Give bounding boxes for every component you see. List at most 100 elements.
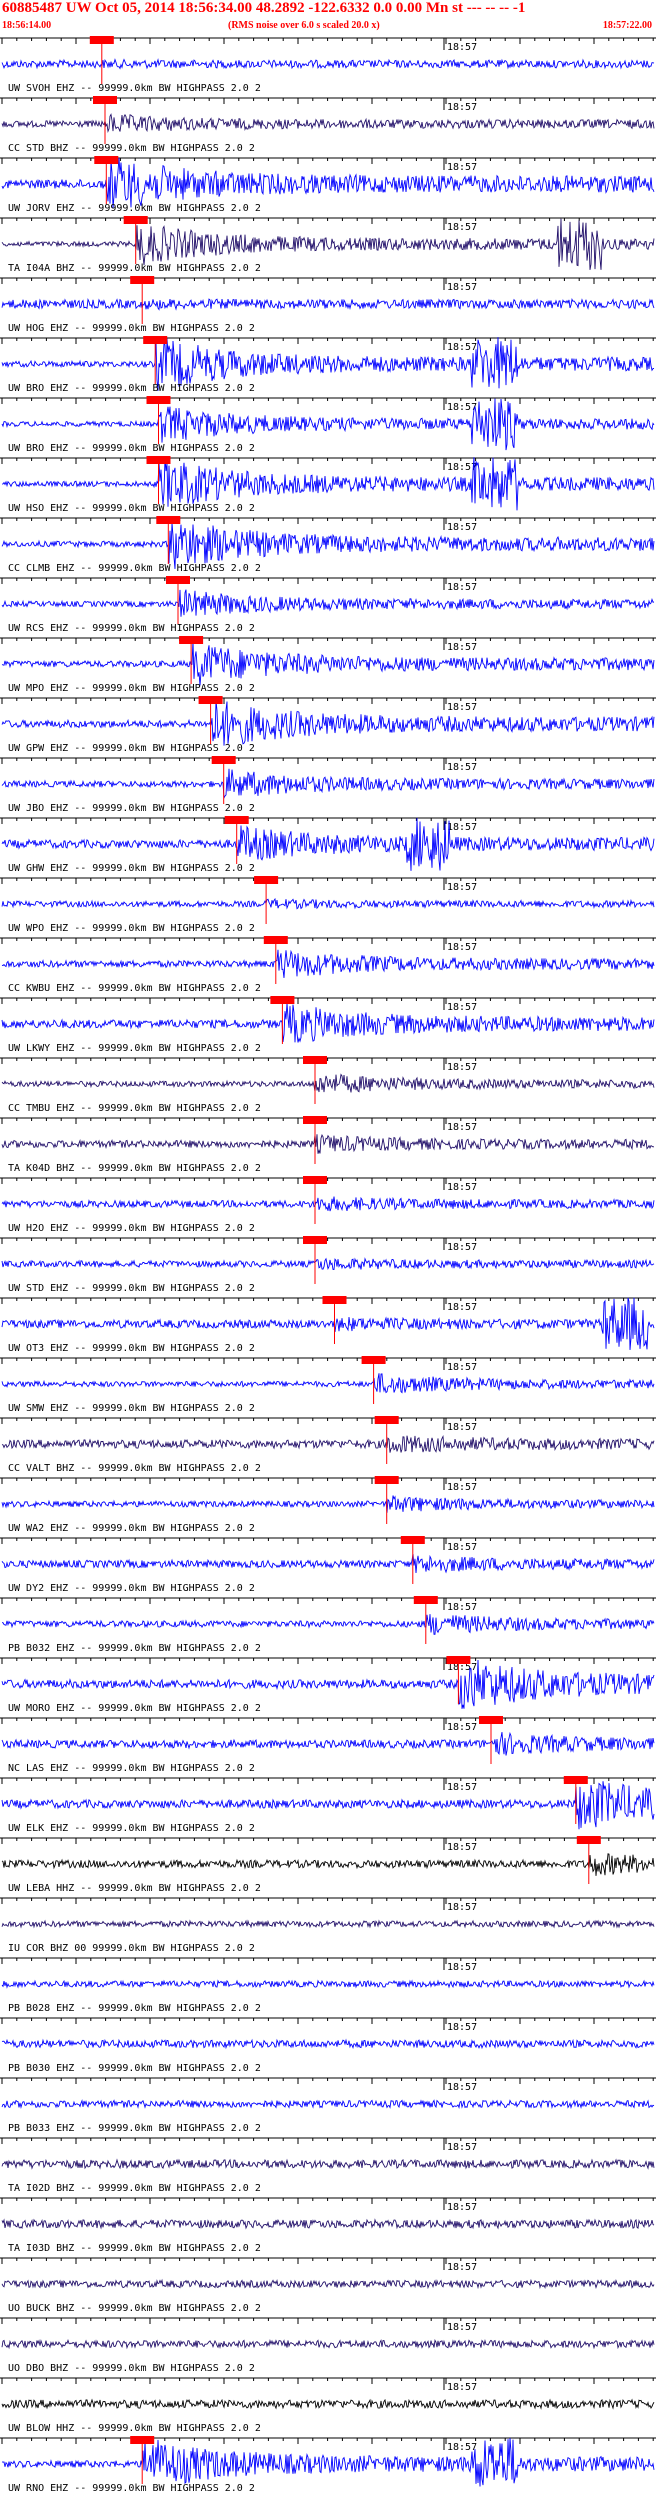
trace-row: 18:57 UW JORV EHZ -- 99999.0km BW HIGHPAS… [0,156,656,214]
trace-label: UO BUCK BHZ -- 99999.0km BW HIGHPASS 2.0… [8,2303,261,2314]
minute-label: 18:57 [447,882,477,893]
trace-label: UW STD EHZ -- 99999.0km BW HIGHPASS 2.0 … [8,1283,255,1294]
waveform [1,1073,655,1093]
minute-label: 18:57 [447,1842,477,1853]
minute-label: 18:57 [447,1182,477,1193]
trace-label: UW GPW EHZ -- 99999.0km BW HIGHPASS 2.0 … [8,743,255,754]
pick-flag [303,1056,327,1064]
trace-label: UO DBO BHZ -- 99999.0km BW HIGHPASS 2.0 … [8,2363,255,2374]
trace-label: UW SVOH EHZ -- 99999.0km BW HIGHPASS 2.0… [8,83,261,94]
waveform [1,897,655,910]
pick-flag [130,276,155,284]
pick-flag [270,996,295,1004]
trace-row: 18:57 UW OT3 EHZ -- 99999.0km BW HIGHPASS… [0,1296,656,1354]
waveform [1,2158,655,2170]
waveform [1,640,655,686]
minute-label: 18:57 [447,102,477,113]
pick-flag [374,1476,399,1484]
waveform [1,157,655,209]
minute-label: 18:57 [447,942,477,953]
waveform [1,58,655,70]
trace-row: 18:57 UO DBO BHZ -- 99999.0km BW HIGHPASS… [0,2317,656,2374]
pick-flag [374,1416,399,1424]
minute-label: 18:57 [447,2262,477,2273]
trace-label: PB B033 EHZ -- 99999.0km BW HIGHPASS 2.0… [8,2123,261,2134]
trace-row: 18:57 UW MPO EHZ -- 99999.0km BW HIGHPASS… [0,636,656,694]
waveform [1,1731,655,1756]
minute-label: 18:57 [447,2382,477,2393]
waveform [1,1919,655,1929]
event-title: 60885487 UW Oct 05, 2014 18:56:34.00 48.… [2,0,526,16]
pick-flag [400,1536,425,1544]
minute-label: 18:57 [447,1962,477,1973]
minute-label: 18:57 [447,1722,477,1733]
waveform [1,949,655,978]
rms-note: (RMS noise over 6.0 s scaled 20.0 x) [228,20,380,31]
minute-label: 18:57 [447,1542,477,1553]
waveform [1,1659,655,1709]
trace-label: UW RNO EHZ -- 99999.0km BW HIGHPASS 2.0 … [8,2483,255,2494]
trace-label: UW JBO EHZ -- 99999.0km BW HIGHPASS 2.0 … [8,803,255,814]
minute-label: 18:57 [447,1362,477,1373]
minute-label: 18:57 [447,642,477,653]
pick-flag [166,576,190,584]
pick-flag [146,396,171,404]
waveform [1,1979,655,1989]
plot-header: 60885487 UW Oct 05, 2014 18:56:34.00 48.… [0,0,656,34]
trace-row: 18:57 TA I02D BHZ -- 99999.0km BW HIGHPAS… [0,2137,656,2194]
trace-label: UW RCS EHZ -- 99999.0km BW HIGHPASS 2.0 … [8,623,255,634]
waveform [1,2218,655,2230]
trace-row: 18:57 UW STD EHZ -- 99999.0km BW HIGHPASS… [0,1236,656,1294]
trace-row: 18:57 PB B032 EHZ -- 99999.0km BW HIGHPAS… [0,1596,656,1654]
trace-row: 18:57 UW HOG EHZ -- 99999.0km BW HIGHPASS… [0,276,656,334]
pick-flag [263,936,288,944]
pick-flag [156,516,181,524]
waveform [1,1554,655,1574]
trace-row: 18:57 UW GPW EHZ -- 99999.0km BW HIGHPASS… [0,696,656,754]
pick-flag [93,96,117,104]
trace-label: UW WA2 EHZ -- 99999.0km BW HIGHPASS 2.0 … [8,1523,255,1534]
trace-row: 18:57 CC KWBU EHZ -- 99999.0km BW HIGHPAS… [0,936,656,994]
trace-label: UW DY2 EHZ -- 99999.0km BW HIGHPASS 2.0 … [8,1583,255,1594]
trace-label: UW H2O EHZ -- 99999.0km BW HIGHPASS 2.0 … [8,1223,255,1234]
minute-label: 18:57 [447,2082,477,2093]
waveform [1,2038,655,2050]
trace-label: PB B032 EHZ -- 99999.0km BW HIGHPASS 2.0… [8,1643,261,1654]
trace-row: 18:57 UW WPO EHZ -- 99999.0km BW HIGHPASS… [0,876,656,934]
trace-label: UW LKWY EHZ -- 99999.0km BW HIGHPASS 2.0… [8,1043,261,1054]
minute-label: 18:57 [447,1242,477,1253]
waveform [1,1853,655,1876]
trace-label: UW BLOW HHZ -- 99999.0km BW HIGHPASS 2.0… [8,2423,261,2434]
trace-row: 18:57 CC CLMB EHZ -- 99999.0km BW HIGHPAS… [0,516,656,574]
trace-row: 18:57 UW BLOW HHZ -- 99999.0km BW HIGHPAS… [0,2377,656,2434]
pick-flag [303,1176,327,1184]
trace-row: 18:57 NC LAS EHZ -- 99999.0km BW HIGHPASS… [0,1716,656,1774]
trace-row: 18:57 PB B028 EHZ -- 99999.0km BW HIGHPAS… [0,1957,656,2014]
pick-flag [254,876,279,884]
pick-flag [130,2436,155,2444]
waveform [1,2398,655,2410]
pick-flag [576,1836,601,1844]
trace-row: 18:57UW MORO EHZ -- 99999.0km BW HIGHPAS… [0,1656,656,1714]
pick-flag [211,756,236,764]
waveform [1,1257,655,1270]
minute-label: 18:57 [447,2022,477,2033]
pick-flag [198,696,223,704]
trace-row: 18:57 TA I04A BHZ -- 99999.0km BW HIGHPAS… [0,216,656,274]
pick-flag [224,816,249,824]
trace-row: 18:57 PB B033 EHZ -- 99999.0km BW HIGHPAS… [0,2077,656,2134]
minute-label: 18:57 [447,2322,477,2333]
waveform [1,1373,655,1394]
seismogram-panel: 18:57 UW SVOH EHZ -- 99999.0km BW HIGHPAS… [0,36,656,2494]
trace-label: PB B028 EHZ -- 99999.0km BW HIGHPASS 2.0… [8,2003,261,2014]
trace-row: 18:57 CC STD BHZ -- 99999.0km BW HIGHPASS… [0,96,656,154]
minute-label: 18:57 [447,282,477,293]
waveform [1,1495,655,1513]
trace-label: UW BRO EHZ -- 99999.0km BW HIGHPASS 2.0 … [8,383,255,394]
waveform [2,1614,655,1635]
trace-label: CC KWBU EHZ -- 99999.0km BW HIGHPASS 2.0… [8,983,261,994]
trace-row: 18:57 UW LKWY EHZ -- 99999.0km BW HIGHPAS… [0,996,656,1054]
pick-flag [413,1596,438,1604]
trace-label: NC LAS EHZ -- 99999.0km BW HIGHPASS 2.0 … [8,1763,255,1774]
trace-row: 18:57 UW GHW EHZ -- 99999.0km BW HIGHPASS… [0,816,656,874]
